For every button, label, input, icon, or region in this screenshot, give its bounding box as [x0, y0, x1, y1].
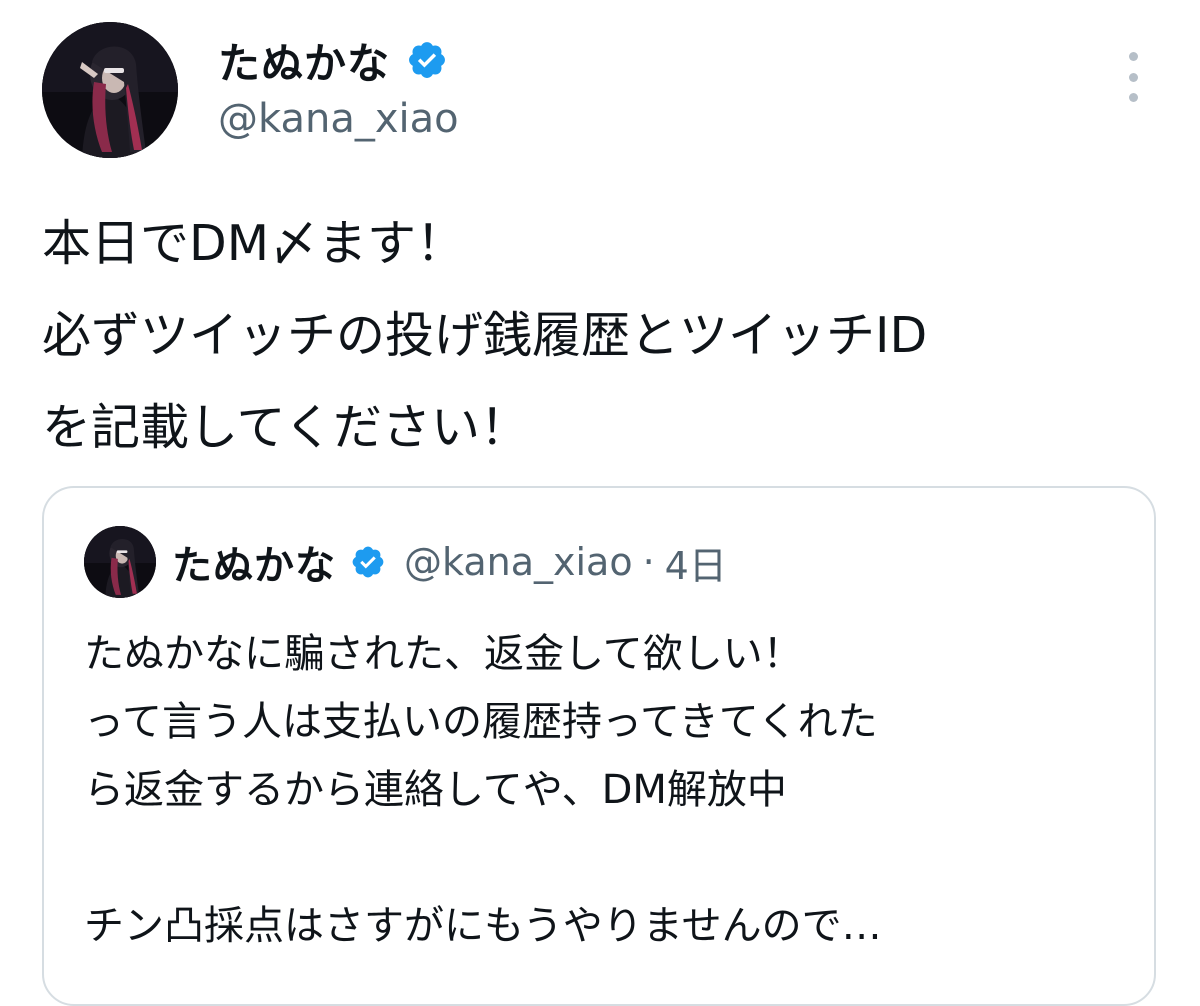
author-avatar[interactable]: [42, 22, 178, 158]
quoted-text-line: たぬかなに騙された、返金して欲しい！: [84, 631, 803, 677]
more-dot-icon: [1128, 93, 1138, 102]
quoted-tweet-text: たぬかなに騙された、返金して欲しい！ って言う人は支払いの履歴持ってきてくれた …: [84, 620, 1144, 960]
quoted-author-avatar[interactable]: [84, 526, 156, 598]
verified-badge-icon: [352, 546, 384, 578]
tweet-text: 本日でDM〆ます！ 必ずツイッチの投げ銭履歴とツイッチID を記載してください！: [42, 198, 1162, 474]
author-handle[interactable]: @kana_xiao: [218, 96, 459, 142]
avatar-image: [42, 22, 178, 158]
quoted-timestamp[interactable]: 4日: [665, 535, 727, 590]
avatar-image: [84, 526, 156, 598]
more-dot-icon: [1128, 72, 1138, 82]
header-separator: ·: [642, 540, 655, 584]
more-dot-icon: [1128, 52, 1138, 61]
quoted-author-handle[interactable]: @kana_xiao: [404, 540, 633, 584]
quoted-text-line: ら返金するから連絡してや、DM解放中: [84, 767, 787, 813]
more-options-button[interactable]: [1116, 52, 1150, 102]
quoted-text-line: チン凸採点はさすがにもうやりませんので…: [84, 903, 882, 949]
author-name-row[interactable]: たぬかな: [218, 30, 448, 90]
tweet-text-line: 本日でDM〆ます！: [42, 215, 466, 272]
quoted-tweet-header: たぬかな @kana_xiao · 4日: [172, 532, 727, 592]
quoted-author-display-name[interactable]: たぬかな: [172, 533, 336, 591]
quoted-text-line: [84, 824, 1144, 892]
tweet-text-line: 必ずツイッチの投げ銭履歴とツイッチID: [42, 307, 928, 364]
tweet-text-line: を記載してください！: [42, 399, 530, 456]
verified-badge-icon: [409, 42, 445, 78]
quoted-text-line: って言う人は支払いの履歴持ってきてくれた: [84, 699, 878, 745]
author-display-name[interactable]: たぬかな: [218, 30, 390, 91]
quoted-tweet-card[interactable]: たぬかな @kana_xiao · 4日 たぬかなに騙された、返金して欲しい！ …: [42, 486, 1156, 1006]
